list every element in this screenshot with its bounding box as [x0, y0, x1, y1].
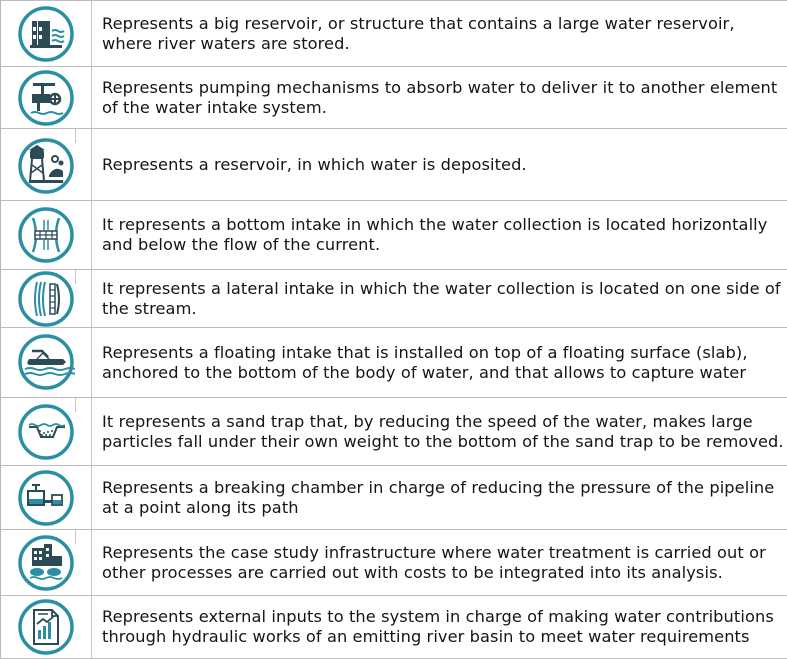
legend-description: It represents a bottom intake in which t… [102, 215, 768, 254]
legend-description: It represents a lateral intake in which … [102, 278, 781, 318]
legend-description: Represents a reservoir, in which water i… [102, 154, 527, 174]
pump-icon [17, 69, 75, 127]
icon-cell [0, 398, 92, 465]
icon-cell [0, 129, 92, 200]
legend-row-sand-trap: It represents a sand trap that, by reduc… [0, 398, 787, 465]
icon-cell [0, 67, 92, 128]
lateral-intake-icon [17, 270, 75, 328]
icon-cell [0, 596, 92, 658]
breaking-chamber-icon [17, 469, 75, 527]
icon-cell [0, 270, 92, 327]
legend-row-external-input: Represents external inputs to the system… [0, 596, 787, 658]
legend-row-treatment-plant: Represents the case study infrastructure… [0, 530, 787, 595]
sand-trap-icon [17, 403, 75, 461]
legend-row-bottom-intake: It represents a bottom intake in which t… [0, 201, 787, 269]
legend-description: It represents a sand trap that, by reduc… [102, 411, 784, 451]
legend-description: Represents the case study infrastructure… [102, 542, 766, 582]
icon-cell [0, 201, 92, 269]
legend-row-dam: Represents a big reservoir, or structure… [0, 1, 787, 66]
dam-icon [17, 5, 75, 63]
icon-cell [0, 1, 92, 66]
icon-cell [0, 530, 92, 595]
legend-row-water-tower: Represents a reservoir, in which water i… [0, 129, 787, 200]
legend-description: Represents a floating intake that is ins… [102, 342, 748, 382]
legend-description: Represents external inputs to the system… [102, 607, 774, 646]
legend-row-lateral-intake: It represents a lateral intake in which … [0, 270, 787, 327]
legend-row-pump: Represents pumping mechanisms to absorb … [0, 67, 787, 128]
water-tower-icon [17, 137, 75, 195]
legend-row-breaking-chamber: Represents a breaking chamber in charge … [0, 466, 787, 529]
legend-row-floating-intake: Represents a floating intake that is ins… [0, 328, 787, 397]
treatment-plant-icon [17, 534, 75, 592]
legend-description: Represents a big reservoir, or structure… [102, 13, 735, 53]
legend-description: Represents pumping mechanisms to absorb … [102, 77, 778, 117]
icon-cell [0, 328, 92, 397]
bottom-intake-icon [17, 206, 75, 264]
floating-intake-icon [17, 333, 75, 391]
icon-cell [0, 466, 92, 529]
legend-description: Represents a breaking chamber in charge … [102, 477, 775, 517]
external-input-icon [17, 598, 75, 656]
